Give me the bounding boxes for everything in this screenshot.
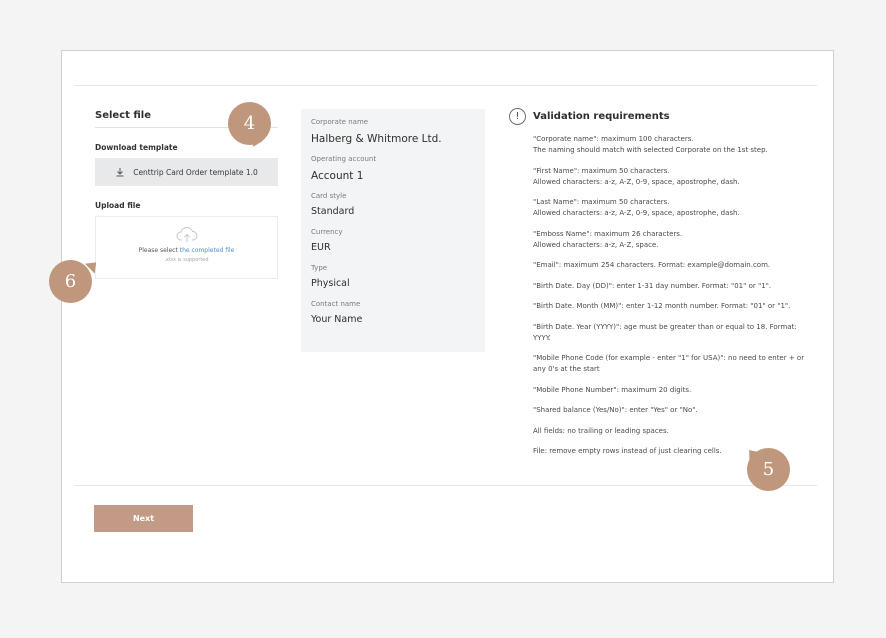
download-template-button-label: Centtrip Card Order template 1.0 bbox=[133, 167, 258, 177]
validation-item: "Last Name": maximum 50 characters. Allow… bbox=[533, 198, 740, 217]
validation-item: "Shared balance (Yes/No)": enter "Yes" o… bbox=[533, 406, 698, 414]
validation-item: All fields: no trailing or leading space… bbox=[533, 426, 669, 435]
currency-label: Currency bbox=[311, 228, 343, 236]
currency-value: EUR bbox=[311, 242, 331, 253]
validation-list: "Corporate name": maximum 100 characters… bbox=[533, 134, 818, 467]
validation-item: "Corporate name": maximum 100 characters… bbox=[533, 135, 768, 154]
order-summary-panel: Corporate name Halberg & Whitmore Ltd. O… bbox=[301, 109, 485, 352]
operating-account-label: Operating account bbox=[311, 155, 377, 163]
corporate-name-value: Halberg & Whitmore Ltd. bbox=[311, 133, 442, 145]
card-style-value: Standard bbox=[311, 206, 355, 217]
validation-item: "Birth Date. Day (DD)": enter 1-31 day n… bbox=[533, 281, 772, 290]
info-exclamation-icon: ! bbox=[509, 108, 526, 125]
dropzone-text: Please select the completed file bbox=[139, 247, 235, 254]
validation-item: "Birth Date. Month (MM)": enter 1-12 mon… bbox=[533, 302, 791, 310]
file-dropzone[interactable]: Please select the completed file .xlsx i… bbox=[95, 216, 278, 279]
corporate-name-label: Corporate name bbox=[311, 118, 369, 126]
step-marker-4: 4 bbox=[228, 102, 271, 145]
bottom-divider bbox=[74, 485, 817, 486]
download-icon bbox=[116, 168, 124, 177]
validation-item: "Mobile Phone Code (for example - enter … bbox=[533, 354, 805, 373]
step-marker-5: 5 bbox=[747, 448, 790, 491]
step-marker-6: 6 bbox=[49, 260, 92, 303]
type-label: Type bbox=[311, 264, 328, 272]
type-value: Physical bbox=[311, 278, 350, 289]
dropzone-prefix: Please select bbox=[138, 247, 180, 254]
select-file-title: Select file bbox=[95, 110, 152, 121]
upload-file-label: Upload file bbox=[95, 201, 141, 210]
top-divider bbox=[74, 85, 817, 86]
validation-item: "Emboss Name": maximum 26 characters. All… bbox=[533, 229, 683, 249]
contact-name-value: Your Name bbox=[311, 314, 363, 325]
validation-item: "Mobile Phone Number": maximum 20 digits… bbox=[533, 385, 692, 394]
validation-item: "First Name": maximum 50 characters. Allo… bbox=[533, 166, 740, 186]
card-style-label: Card style bbox=[311, 192, 347, 200]
select-file-link[interactable]: the completed file bbox=[180, 247, 235, 254]
next-button[interactable]: Next bbox=[94, 505, 193, 532]
validation-title: Validation requirements bbox=[533, 111, 670, 122]
dropzone-format-note: .xlsx is supported bbox=[164, 257, 209, 263]
download-template-button[interactable]: Centtrip Card Order template 1.0 bbox=[95, 158, 278, 186]
operating-account-value: Account 1 bbox=[311, 170, 364, 182]
cloud-upload-icon bbox=[176, 227, 197, 242]
contact-name-label: Contact name bbox=[311, 300, 361, 308]
download-template-label: Download template bbox=[95, 143, 178, 152]
validation-item: "Email": maximum 254 characters. Format:… bbox=[533, 261, 771, 269]
file-upload-card: Select file Download template Centtrip C… bbox=[61, 50, 834, 583]
validation-item: "Birth Date. Year (YYYY)": age must be g… bbox=[533, 322, 797, 342]
